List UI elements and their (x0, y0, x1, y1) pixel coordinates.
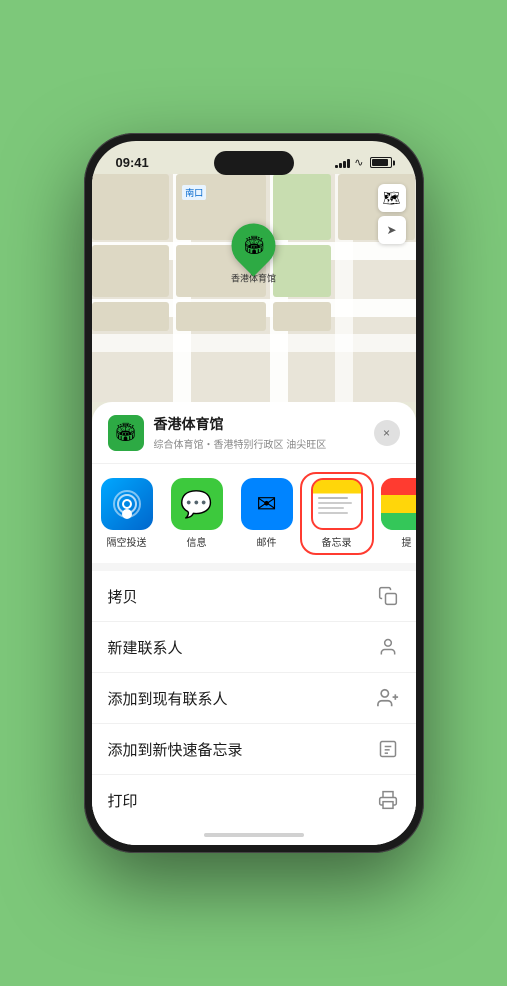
map-north-label: 南口 (182, 185, 206, 200)
more-label: 提 (402, 534, 412, 549)
mail-icon: ✉ (241, 478, 293, 530)
pin-circle: 🏟 (222, 214, 284, 276)
share-messages[interactable]: 💬 信息 (162, 474, 232, 553)
venue-name: 香港体育馆 (154, 414, 374, 434)
add-existing-action[interactable]: 添加到现有联系人 (92, 673, 416, 724)
stadium-icon: 🏟 (242, 235, 265, 256)
print-action[interactable]: 打印 (92, 775, 416, 825)
share-apps-row: 隔空投送 💬 信息 ✉ 邮件 (92, 464, 416, 571)
print-icon (376, 788, 400, 812)
venue-icon: 🏟 (108, 415, 144, 451)
phone-screen: 09:41 ∿ (92, 141, 416, 845)
status-time: 09:41 (116, 155, 149, 170)
messages-icon: 💬 (171, 478, 223, 530)
share-notes[interactable]: 备忘录 (302, 474, 372, 553)
signal-bars-icon (335, 158, 350, 168)
copy-label: 拷贝 (108, 586, 138, 607)
share-airdrop[interactable]: 隔空投送 (92, 474, 162, 553)
messages-label: 信息 (187, 534, 207, 549)
notes-icon (311, 478, 363, 530)
new-contact-icon (376, 635, 400, 659)
add-existing-icon (376, 686, 400, 710)
close-button[interactable]: × (374, 420, 400, 446)
map-controls: 🗺 ➤ (378, 184, 406, 244)
status-icons: ∿ (335, 156, 391, 169)
venue-info: 香港体育馆 综合体育馆・香港特别行政区 油尖旺区 (154, 414, 374, 451)
more-icon (381, 478, 416, 530)
quick-note-action[interactable]: 添加到新快速备忘录 (92, 724, 416, 775)
wifi-icon: ∿ (354, 156, 363, 169)
location-button[interactable]: ➤ (378, 216, 406, 244)
home-bar (204, 833, 304, 837)
share-mail[interactable]: ✉ 邮件 (232, 474, 302, 553)
airdrop-icon (101, 478, 153, 530)
quick-note-icon (376, 737, 400, 761)
copy-icon (376, 584, 400, 608)
location-arrow-icon: ➤ (386, 223, 396, 237)
new-contact-label: 新建联系人 (108, 637, 183, 658)
airdrop-label: 隔空投送 (107, 534, 147, 549)
new-contact-action[interactable]: 新建联系人 (92, 622, 416, 673)
notes-label: 备忘录 (322, 534, 352, 549)
action-list: 拷贝 新建联系人 (92, 571, 416, 825)
quick-note-label: 添加到新快速备忘录 (108, 739, 243, 760)
phone-frame: 09:41 ∿ (84, 133, 424, 853)
share-more[interactable]: 提 (372, 474, 416, 553)
mail-label: 邮件 (257, 534, 277, 549)
map-area[interactable]: 南口 🏟 香港体育馆 🗺 ➤ (92, 174, 416, 402)
map-type-button[interactable]: 🗺 (378, 184, 406, 212)
bottom-sheet: 🏟 香港体育馆 综合体育馆・香港特别行政区 油尖旺区 × (92, 402, 416, 845)
battery-icon (370, 157, 392, 168)
sheet-header: 🏟 香港体育馆 综合体育馆・香港特别行政区 油尖旺区 × (92, 402, 416, 464)
home-indicator (92, 825, 416, 845)
map-type-icon: 🗺 (383, 190, 401, 207)
location-pin: 🏟 香港体育馆 (231, 223, 276, 284)
copy-action[interactable]: 拷贝 (92, 571, 416, 622)
add-existing-label: 添加到现有联系人 (108, 688, 228, 709)
venue-desc: 综合体育馆・香港特别行政区 油尖旺区 (154, 436, 374, 451)
close-icon: × (383, 426, 390, 440)
dynamic-island (214, 151, 294, 175)
print-label: 打印 (108, 790, 138, 811)
